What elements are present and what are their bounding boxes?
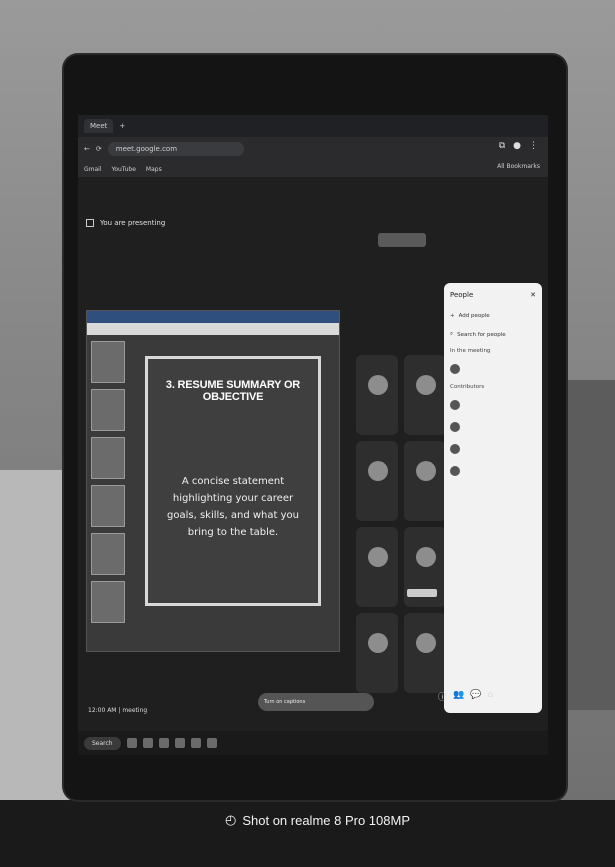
participant-tile[interactable] [404, 527, 446, 607]
add-people-button[interactable]: + Add people [444, 307, 542, 325]
ppt-ribbon [87, 323, 339, 335]
taskbar-app-icon[interactable] [142, 738, 153, 748]
camera-brand-icon: ◴ [225, 812, 237, 827]
avatar [416, 461, 436, 481]
browser-actions: ⧉ ● ⋮ [499, 141, 538, 151]
url-field[interactable]: meet.google.com [107, 142, 244, 156]
shared-presentation-window: 3. RESUME SUMMARY OR OBJECTIVE A concise… [86, 310, 340, 652]
people-panel-title: People [450, 291, 474, 299]
participant-tile[interactable] [404, 613, 446, 693]
slide-thumbnail[interactable] [91, 389, 125, 431]
participant-row[interactable] [444, 460, 542, 482]
current-slide: 3. RESUME SUMMARY OR OBJECTIVE A concise… [145, 356, 321, 606]
presenting-label: You are presenting [100, 219, 166, 227]
avatar [368, 633, 388, 653]
participant-tiles [356, 355, 446, 693]
participant-tile[interactable] [356, 613, 398, 693]
taskbar-app-icon[interactable] [158, 738, 169, 748]
ppt-title-bar [87, 311, 339, 323]
participant-tile[interactable] [356, 355, 398, 435]
browser-tab[interactable]: Meet [84, 119, 114, 133]
participant-row[interactable] [444, 394, 542, 416]
bookmark-item[interactable]: Gmail [84, 166, 102, 173]
avatar [450, 444, 460, 454]
menu-icon[interactable]: ⋮ [529, 141, 538, 151]
caption-pill[interactable]: Turn on captions [258, 693, 374, 711]
taskbar-search[interactable]: Search [84, 736, 121, 750]
search-icon: ⌕ [450, 331, 454, 337]
all-bookmarks-link[interactable]: All Bookmarks [497, 163, 540, 170]
slide-title: 3. RESUME SUMMARY OR OBJECTIVE [165, 379, 301, 403]
avatar [416, 547, 436, 567]
slide-body: A concise statement highlighting your ca… [167, 476, 299, 538]
avatar [368, 375, 388, 395]
taskbar-app-icon[interactable] [126, 738, 137, 748]
avatar [450, 422, 460, 432]
slide-thumbnails [91, 341, 131, 641]
taskbar-app-icon[interactable] [190, 738, 201, 748]
activities-icon[interactable]: ⌂ [487, 690, 493, 703]
slide-thumbnail[interactable] [91, 485, 125, 527]
browser-tab-bar: Meet + [78, 115, 548, 137]
participant-row[interactable] [444, 416, 542, 438]
taskbar: Search [78, 731, 548, 755]
people-panel-header: People ✕ [444, 283, 542, 307]
back-icon[interactable]: ← [84, 145, 90, 153]
taskbar-app-icon[interactable] [174, 738, 185, 748]
monitor: Meet + ← ⟳ meet.google.com ⧉ ● ⋮ Gmail Y… [64, 55, 566, 800]
participant-row[interactable] [444, 438, 542, 460]
slide-thumbnail[interactable] [91, 341, 125, 383]
stop-presenting-button[interactable] [378, 233, 426, 247]
bookmark-item[interactable]: Maps [146, 166, 162, 173]
people-search[interactable]: ⌕ Search for people [444, 325, 542, 344]
photo-bottom-band [0, 800, 615, 867]
avatar [450, 364, 460, 374]
participant-row[interactable] [444, 358, 542, 380]
reload-icon[interactable]: ⟳ [96, 145, 102, 153]
avatar [450, 400, 460, 410]
avatar [450, 466, 460, 476]
bookmark-item[interactable]: YouTube [112, 166, 136, 173]
presenting-banner: You are presenting [86, 219, 165, 227]
meeting-controls: ⓘ 👥 💬 ⌂ [438, 690, 493, 703]
bookmarks-bar: Gmail YouTube Maps [78, 161, 548, 177]
profile-icon[interactable]: ● [513, 141, 521, 151]
slide-thumbnail[interactable] [91, 437, 125, 479]
slide-thumbnail[interactable] [91, 581, 125, 623]
extensions-icon[interactable]: ⧉ [499, 141, 505, 151]
participant-tile[interactable] [356, 527, 398, 607]
people-panel: People ✕ + Add people ⌕ Search for peopl… [444, 283, 542, 713]
people-icon[interactable]: 👥 [453, 690, 464, 703]
add-person-icon: + [450, 313, 455, 319]
avatar [368, 461, 388, 481]
new-tab-icon[interactable]: + [119, 122, 125, 130]
camera-watermark: ◴ Shot on realme 8 Pro 108MP [225, 812, 410, 828]
browser-address-bar: ← ⟳ meet.google.com [78, 137, 548, 161]
participant-tile[interactable] [356, 441, 398, 521]
participant-tile[interactable] [404, 441, 446, 521]
avatar [416, 375, 436, 395]
status-chip [407, 589, 437, 597]
participant-tile[interactable] [404, 355, 446, 435]
avatar [416, 633, 436, 653]
chat-icon[interactable]: 💬 [470, 690, 481, 703]
people-search-input[interactable]: Search for people [457, 332, 506, 338]
presenting-icon [86, 219, 94, 227]
add-people-label: Add people [458, 313, 490, 319]
screen: Meet + ← ⟳ meet.google.com ⧉ ● ⋮ Gmail Y… [78, 115, 548, 755]
close-icon[interactable]: ✕ [530, 291, 536, 299]
slide-thumbnail[interactable] [91, 533, 125, 575]
meeting-info: 12:00 AM | meeting [88, 707, 148, 714]
desk-object-left [0, 470, 70, 800]
watermark-text: Shot on realme 8 Pro 108MP [242, 812, 410, 828]
info-icon[interactable]: ⓘ [438, 690, 447, 703]
avatar [368, 547, 388, 567]
contributors-label: Contributors [450, 384, 485, 390]
taskbar-app-icon[interactable] [206, 738, 217, 748]
in-meeting-section-label: In the meeting [450, 348, 491, 354]
